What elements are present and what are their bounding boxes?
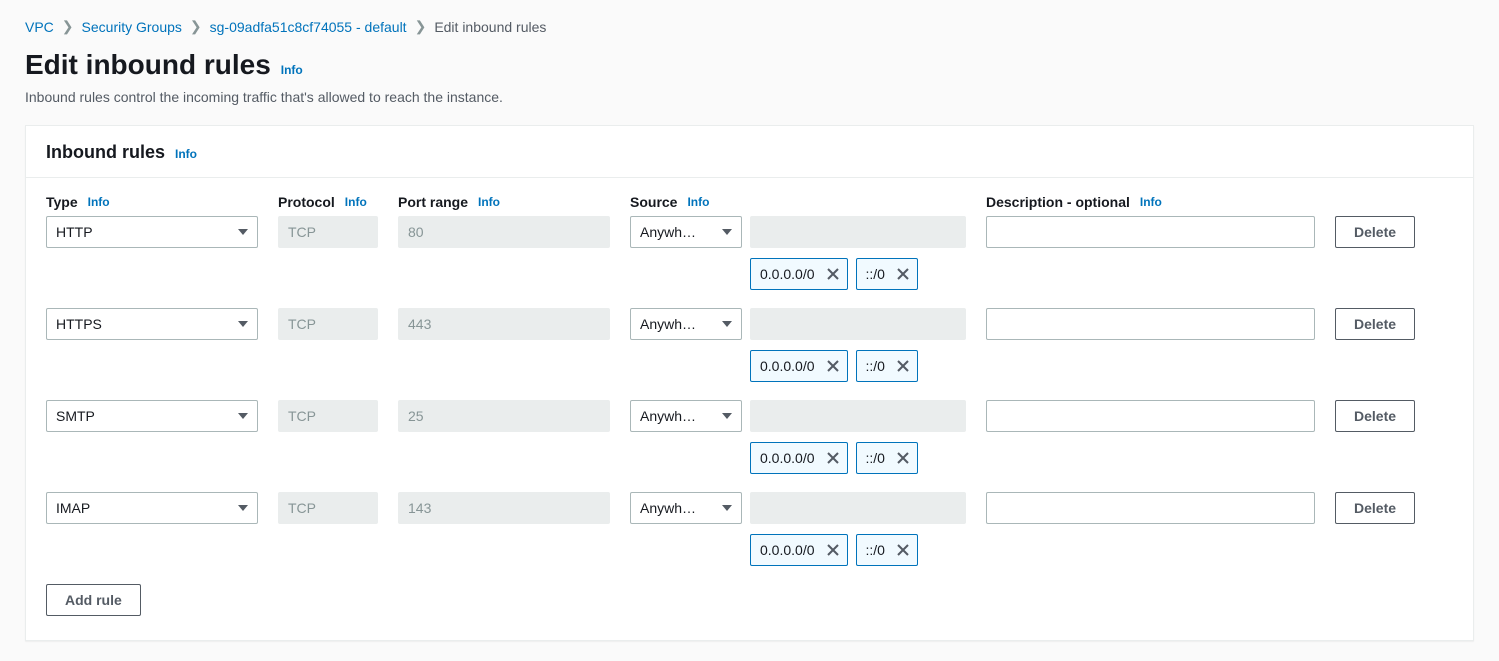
source-search-input [750,492,966,524]
chip-label: ::/0 [866,542,885,558]
breadcrumb-link-vpc[interactable]: VPC [25,19,54,35]
source-chip: ::/0 [856,350,918,382]
breadcrumb-current: Edit inbound rules [434,19,546,35]
col-header-source: Source [630,194,677,210]
info-link-protocol[interactable]: Info [345,195,367,209]
breadcrumb-link-security-groups[interactable]: Security Groups [82,19,182,35]
chip-label: 0.0.0.0/0 [760,358,815,374]
source-chips: 0.0.0.0/0 ::/0 [750,442,966,474]
add-rule-button[interactable]: Add rule [46,584,141,616]
breadcrumb: VPC ❯ Security Groups ❯ sg-09adfa51c8cf7… [0,0,1499,49]
chip-label: ::/0 [866,450,885,466]
source-chips: 0.0.0.0/0 ::/0 [750,258,966,290]
info-link-type[interactable]: Info [88,195,110,209]
remove-chip-button[interactable] [895,450,911,466]
source-chips: 0.0.0.0/0 ::/0 [750,350,966,382]
info-link-description[interactable]: Info [1140,195,1162,209]
delete-rule-button[interactable]: Delete [1335,216,1415,248]
remove-chip-button[interactable] [825,542,841,558]
source-search-input [750,400,966,432]
rule-row: SMTP TCP 25 Anywh… 0.0.0.0/0 ::/0 [46,400,1453,474]
source-chip: 0.0.0.0/0 [750,442,848,474]
info-link-page[interactable]: Info [281,63,303,77]
chip-label: ::/0 [866,266,885,282]
source-select[interactable]: Anywh… [630,216,742,248]
rules-header-row: Type Info Protocol Info Port range Info … [46,194,1453,210]
chevron-right-icon: ❯ [62,18,74,35]
panel-title: Inbound rules [46,142,165,163]
delete-rule-button[interactable]: Delete [1335,308,1415,340]
description-input[interactable] [986,492,1315,524]
col-header-description: Description - optional [986,194,1130,210]
protocol-field: TCP [278,308,378,340]
type-select[interactable]: HTTP [46,216,258,248]
col-header-type: Type [46,194,78,210]
source-select[interactable]: Anywh… [630,400,742,432]
rule-row: HTTP TCP 80 Anywh… 0.0.0.0/0 ::/0 [46,216,1453,290]
port-range-field: 143 [398,492,610,524]
source-select[interactable]: Anywh… [630,308,742,340]
col-header-port: Port range [398,194,468,210]
source-search-input [750,216,966,248]
remove-chip-button[interactable] [895,542,911,558]
type-select[interactable]: IMAP [46,492,258,524]
remove-chip-button[interactable] [825,266,841,282]
source-chip: ::/0 [856,258,918,290]
chevron-right-icon: ❯ [415,18,427,35]
source-search-input [750,308,966,340]
chip-label: 0.0.0.0/0 [760,450,815,466]
source-chip: ::/0 [856,442,918,474]
source-chip: 0.0.0.0/0 [750,258,848,290]
port-range-field: 80 [398,216,610,248]
delete-rule-button[interactable]: Delete [1335,400,1415,432]
type-select[interactable]: SMTP [46,400,258,432]
rule-row: IMAP TCP 143 Anywh… 0.0.0.0/0 ::/0 [46,492,1453,566]
remove-chip-button[interactable] [895,358,911,374]
description-input[interactable] [986,308,1315,340]
delete-rule-button[interactable]: Delete [1335,492,1415,524]
remove-chip-button[interactable] [895,266,911,282]
info-link-port[interactable]: Info [478,195,500,209]
page-description: Inbound rules control the incoming traff… [0,89,1499,125]
description-input[interactable] [986,216,1315,248]
rule-row: HTTPS TCP 443 Anywh… 0.0.0.0/0 ::/0 [46,308,1453,382]
port-range-field: 25 [398,400,610,432]
info-link-source[interactable]: Info [687,195,709,209]
info-link-panel[interactable]: Info [175,147,197,161]
type-select[interactable]: HTTPS [46,308,258,340]
source-chip: 0.0.0.0/0 [750,350,848,382]
protocol-field: TCP [278,216,378,248]
source-chip: ::/0 [856,534,918,566]
source-select[interactable]: Anywh… [630,492,742,524]
col-header-protocol: Protocol [278,194,335,210]
source-chip: 0.0.0.0/0 [750,534,848,566]
port-range-field: 443 [398,308,610,340]
breadcrumb-link-sg[interactable]: sg-09adfa51c8cf74055 - default [210,19,407,35]
chip-label: ::/0 [866,358,885,374]
chip-label: 0.0.0.0/0 [760,542,815,558]
protocol-field: TCP [278,400,378,432]
chevron-right-icon: ❯ [190,18,202,35]
remove-chip-button[interactable] [825,450,841,466]
page-title: Edit inbound rules [25,49,271,81]
protocol-field: TCP [278,492,378,524]
remove-chip-button[interactable] [825,358,841,374]
description-input[interactable] [986,400,1315,432]
inbound-rules-panel: Inbound rules Info Type Info Protocol In… [25,125,1474,641]
chip-label: 0.0.0.0/0 [760,266,815,282]
source-chips: 0.0.0.0/0 ::/0 [750,534,966,566]
